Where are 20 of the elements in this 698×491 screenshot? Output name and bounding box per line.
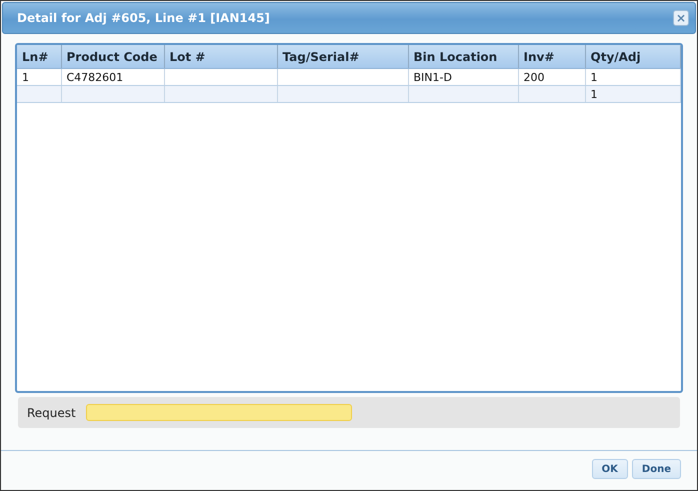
column-header[interactable]: Bin Location: [408, 45, 518, 68]
column-header[interactable]: Inv#: [518, 45, 585, 68]
column-header[interactable]: Qty/Adj: [585, 45, 680, 68]
request-field[interactable]: [86, 404, 352, 421]
column-header[interactable]: Ln#: [17, 45, 61, 68]
request-label: Request: [27, 406, 76, 420]
table-cell: C4782601: [61, 68, 164, 86]
table-cell: [518, 86, 585, 102]
table-cell: 200: [518, 68, 585, 86]
column-header[interactable]: Product Code: [61, 45, 164, 68]
column-header[interactable]: Tag/Serial#: [277, 45, 408, 68]
table-cell: 1: [17, 68, 61, 86]
table-cell: BIN1-D: [408, 68, 518, 86]
column-header[interactable]: Lot #: [164, 45, 277, 68]
table-cell: 1: [585, 68, 680, 86]
table-cell: [17, 86, 61, 102]
done-button[interactable]: Done: [632, 459, 681, 479]
ok-button[interactable]: OK: [592, 459, 628, 479]
table-cell: 1: [585, 86, 680, 102]
window-title: Detail for Adj #605, Line #1 [IAN145]: [17, 11, 270, 25]
